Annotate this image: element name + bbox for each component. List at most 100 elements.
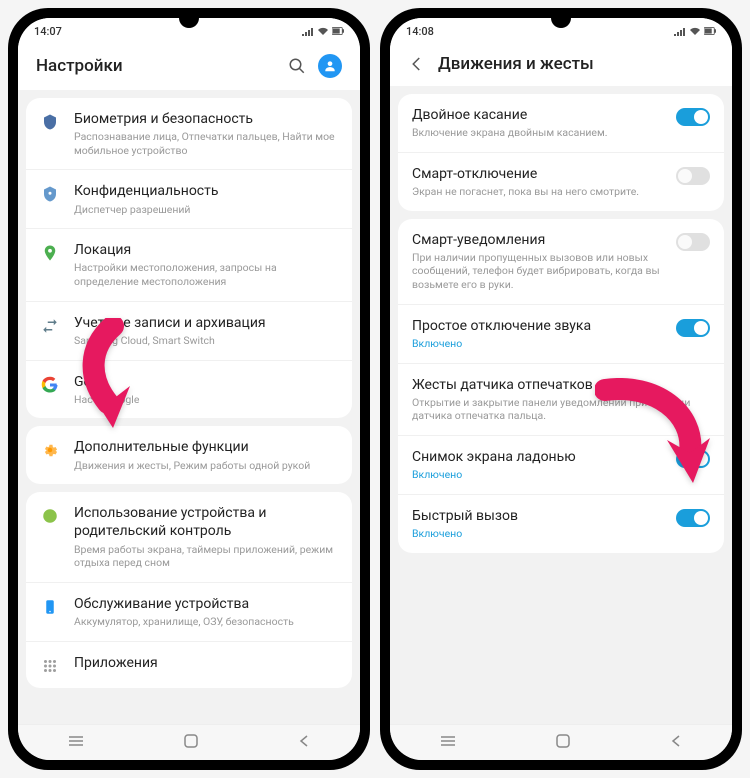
gestures-list[interactable]: Двойное касание Включение экрана двойным … xyxy=(390,86,732,724)
settings-row[interactable]: Биометрия и безопасность Распознавание ли… xyxy=(26,98,352,170)
settings-row[interactable]: Снимок экрана ладонью Включено xyxy=(398,436,724,495)
nav-recents[interactable] xyxy=(67,733,85,752)
settings-row[interactable]: Быстрый вызовВключено xyxy=(398,495,724,553)
row-status-enabled: Включено xyxy=(412,468,662,482)
settings-row[interactable]: Goo Настр Google xyxy=(26,361,352,419)
header: Движения и жесты xyxy=(390,44,732,86)
settings-group: Использование устройства и родительский … xyxy=(26,492,352,687)
row-title: Двойное касание xyxy=(412,106,662,124)
row-title: Goo xyxy=(74,373,338,391)
screen-left: 14:07 Настройки Биометрия и безопасность… xyxy=(18,18,360,760)
profile-avatar[interactable] xyxy=(318,54,342,78)
header: Настройки xyxy=(18,44,360,90)
advanced-icon xyxy=(40,440,60,460)
row-text: Использование устройства и родительский … xyxy=(74,504,338,570)
toggle-switch[interactable] xyxy=(676,108,710,126)
row-text: Goo Настр Google xyxy=(74,373,338,407)
status-time: 14:08 xyxy=(406,25,434,38)
location-icon xyxy=(40,243,60,263)
status-time: 14:07 xyxy=(34,25,62,38)
row-title: Обслуживание устройства xyxy=(74,595,338,613)
settings-row[interactable]: Смарт-отключение Экран не погаснет, пока … xyxy=(398,153,724,211)
row-text: КонфиденциальностьДиспетчер разрешений xyxy=(74,182,338,216)
row-status-enabled: Включено xyxy=(412,337,662,351)
toggle-switch[interactable] xyxy=(676,319,710,337)
row-text: Жесты датчика отпечатков Открытие и закры… xyxy=(412,376,710,423)
settings-row[interactable]: Использование устройства и родительский … xyxy=(26,492,352,583)
battery-icon xyxy=(332,26,344,36)
row-text: Смарт-отключение Экран не погаснет, пока … xyxy=(412,165,662,199)
page-title: Движения и жесты xyxy=(438,54,714,74)
row-subtitle: Аккумулятор, хранилище, ОЗУ, безопасност… xyxy=(74,615,338,629)
accounts-icon xyxy=(40,316,60,336)
row-subtitle: Экран не погаснет, пока вы на него смотр… xyxy=(412,185,662,199)
settings-row[interactable]: Учетные записи и архивация Samsung Cloud,… xyxy=(26,302,352,361)
settings-row[interactable]: Обслуживание устройства Аккумулятор, хран… xyxy=(26,583,352,642)
settings-group: Смарт-уведомленияПри наличии пропущенных… xyxy=(398,219,724,553)
notch xyxy=(179,8,199,28)
row-title: Жесты датчика отпечатков xyxy=(412,376,710,394)
nav-home[interactable] xyxy=(555,733,571,753)
back-icon[interactable] xyxy=(408,55,426,73)
row-title: Локация xyxy=(74,241,338,259)
phone-left: 14:07 Настройки Биометрия и безопасность… xyxy=(8,8,370,770)
row-title: Простое отключение звука xyxy=(412,317,662,335)
privacy-icon xyxy=(40,184,60,204)
battery-icon xyxy=(704,26,716,36)
row-text: Биометрия и безопасность Распознавание ли… xyxy=(74,110,338,157)
toggle-switch[interactable] xyxy=(676,167,710,185)
navbar xyxy=(390,724,732,760)
row-subtitle: Настройки местоположения, запросы на опр… xyxy=(74,261,338,288)
google-icon xyxy=(40,375,60,395)
settings-row[interactable]: Локация Настройки местоположения, запросы… xyxy=(26,229,352,301)
settings-row[interactable]: Жесты датчика отпечатков Открытие и закры… xyxy=(398,364,724,436)
settings-group: Биометрия и безопасность Распознавание ли… xyxy=(26,98,352,418)
row-text: Смарт-уведомленияПри наличии пропущенных… xyxy=(412,231,662,292)
signal-icon xyxy=(674,26,686,36)
toggle-switch[interactable] xyxy=(676,233,710,251)
row-title: Смарт-отключение xyxy=(412,165,662,183)
row-text: Снимок экрана ладонью Включено xyxy=(412,448,662,482)
phone-right: 14:08 Движения и жесты Двойное касание Вк… xyxy=(380,8,742,770)
nav-back[interactable] xyxy=(297,733,311,752)
row-title: Приложения xyxy=(74,654,338,672)
nav-back[interactable] xyxy=(669,733,683,752)
status-icons xyxy=(674,26,716,36)
settings-row[interactable]: Приложения xyxy=(26,642,352,688)
settings-group: Дополнительные функцииДвижения и жесты, … xyxy=(26,426,352,484)
row-text: Дополнительные функцииДвижения и жесты, … xyxy=(74,438,338,472)
row-status-enabled: Включено xyxy=(412,527,662,541)
toggle-switch[interactable] xyxy=(676,509,710,527)
row-subtitle: Распознавание лица, Отпечатки пальцев, Н… xyxy=(74,130,338,157)
row-title: Биометрия и безопасность xyxy=(74,110,338,128)
row-text: Обслуживание устройства Аккумулятор, хран… xyxy=(74,595,338,629)
row-title: Снимок экрана ладонью xyxy=(412,448,662,466)
biometrics-icon xyxy=(40,112,60,132)
devicecare-icon xyxy=(40,597,60,617)
signal-icon xyxy=(302,26,314,36)
row-subtitle: Samsung Cloud, Smart Switch xyxy=(74,334,338,348)
row-text: Приложения xyxy=(74,654,338,672)
row-subtitle: Настр Google xyxy=(74,393,338,407)
row-subtitle: Диспетчер разрешений xyxy=(74,203,338,217)
settings-list[interactable]: Биометрия и безопасность Распознавание ли… xyxy=(18,90,360,724)
row-title: Учетные записи и архивация xyxy=(74,314,338,332)
page-title: Настройки xyxy=(36,56,276,76)
settings-row[interactable]: КонфиденциальностьДиспетчер разрешений xyxy=(26,170,352,229)
row-subtitle: Включение экрана двойным касанием. xyxy=(412,126,662,140)
notch xyxy=(551,8,571,28)
nav-home[interactable] xyxy=(183,733,199,753)
search-icon[interactable] xyxy=(288,57,306,75)
status-icons xyxy=(302,26,344,36)
row-subtitle: Время работы экрана, таймеры приложений,… xyxy=(74,543,338,570)
nav-recents[interactable] xyxy=(439,733,457,752)
settings-row[interactable]: Простое отключение звука Включено xyxy=(398,305,724,364)
wifi-icon xyxy=(317,26,329,36)
row-text: Простое отключение звука Включено xyxy=(412,317,662,351)
toggle-switch[interactable] xyxy=(676,450,710,468)
settings-row[interactable]: Дополнительные функцииДвижения и жесты, … xyxy=(26,426,352,484)
settings-row[interactable]: Смарт-уведомленияПри наличии пропущенных… xyxy=(398,219,724,305)
row-subtitle: Открытие и закрытие панели уведомлений п… xyxy=(412,396,710,423)
settings-row[interactable]: Двойное касание Включение экрана двойным … xyxy=(398,94,724,153)
row-subtitle: При наличии пропущенных вызовов или новы… xyxy=(412,251,662,292)
